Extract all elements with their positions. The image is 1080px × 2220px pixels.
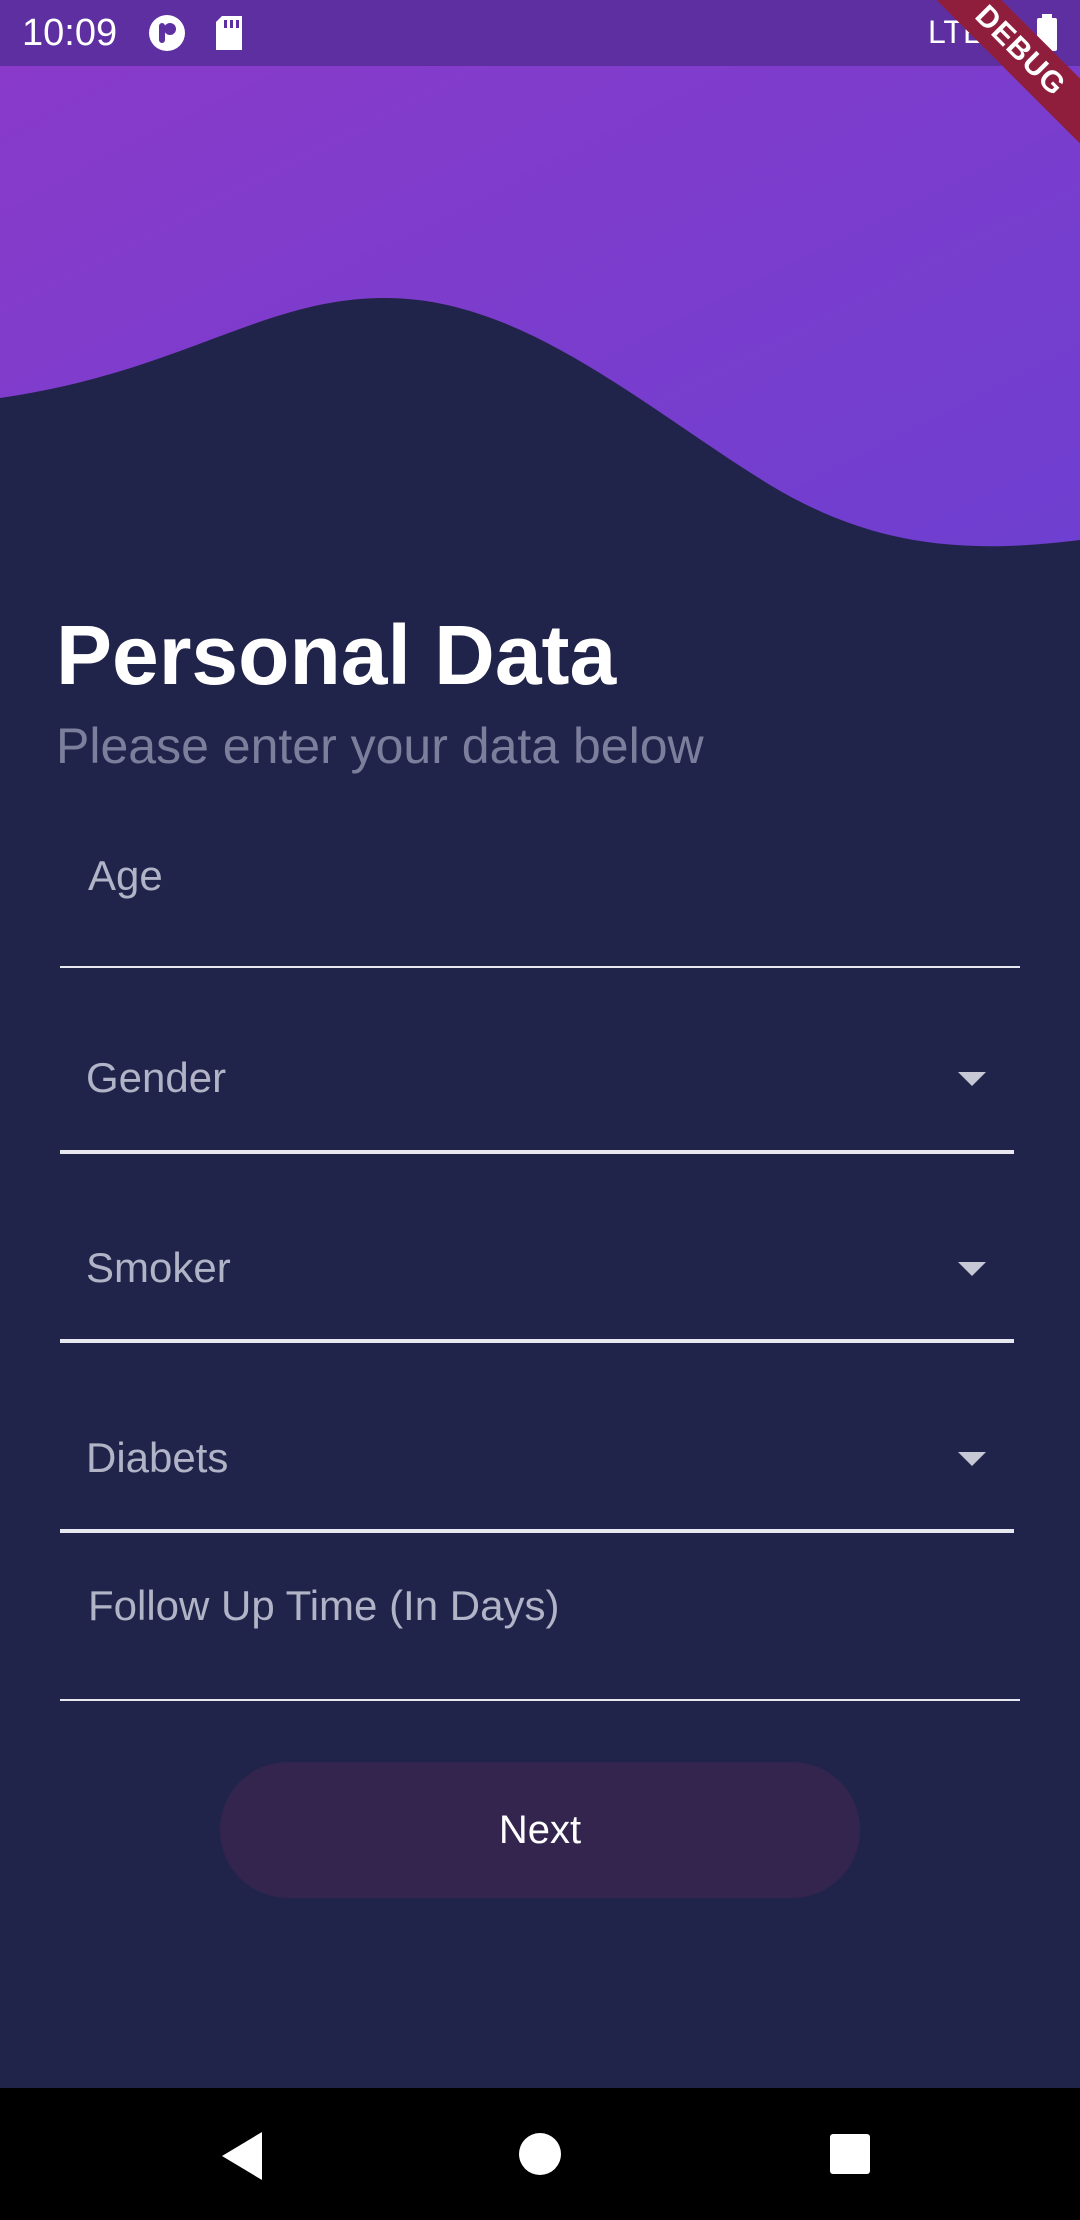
status-bar: 10:09 LTE [0, 0, 1080, 66]
smoker-label: Smoker [86, 1244, 231, 1291]
gender-dropdown[interactable]: Gender [60, 1030, 1020, 1160]
page-subtitle: Please enter your data below [56, 718, 704, 774]
gender-label: Gender [86, 1054, 227, 1101]
diabetes-dropdown[interactable]: Diabets [60, 1410, 1020, 1540]
status-time: 10:09 [22, 12, 118, 54]
diabetes-underline [60, 1529, 1014, 1533]
header-wave-background [0, 0, 1080, 547]
app-screen: 10:09 LTE DEBUG Personal Data Please ent… [0, 0, 1080, 2220]
follow-up-time-field[interactable]: Follow Up Time (In Days) [60, 1560, 1020, 1705]
chevron-down-icon [958, 1262, 986, 1276]
age-field[interactable]: Age [60, 830, 1020, 970]
age-underline [60, 966, 1020, 968]
chevron-down-icon [958, 1452, 986, 1466]
follow-up-time-placeholder: Follow Up Time (In Days) [88, 1582, 560, 1629]
age-placeholder: Age [88, 852, 163, 899]
home-icon[interactable] [480, 2088, 600, 2220]
back-nav-icon[interactable] [180, 2088, 300, 2220]
page-title: Personal Data [56, 608, 617, 702]
next-button[interactable]: Next [220, 1762, 860, 1898]
app-notification-icon [149, 15, 185, 51]
smoker-underline [60, 1339, 1014, 1343]
follow-up-time-underline [60, 1699, 1020, 1701]
system-navigation-bar [0, 2088, 1080, 2220]
sd-card-icon [216, 16, 242, 50]
smoker-dropdown[interactable]: Smoker [60, 1220, 1020, 1350]
gender-underline [60, 1150, 1014, 1154]
diabetes-label: Diabets [86, 1434, 229, 1481]
chevron-down-icon [958, 1072, 986, 1086]
recents-icon[interactable] [790, 2088, 910, 2220]
